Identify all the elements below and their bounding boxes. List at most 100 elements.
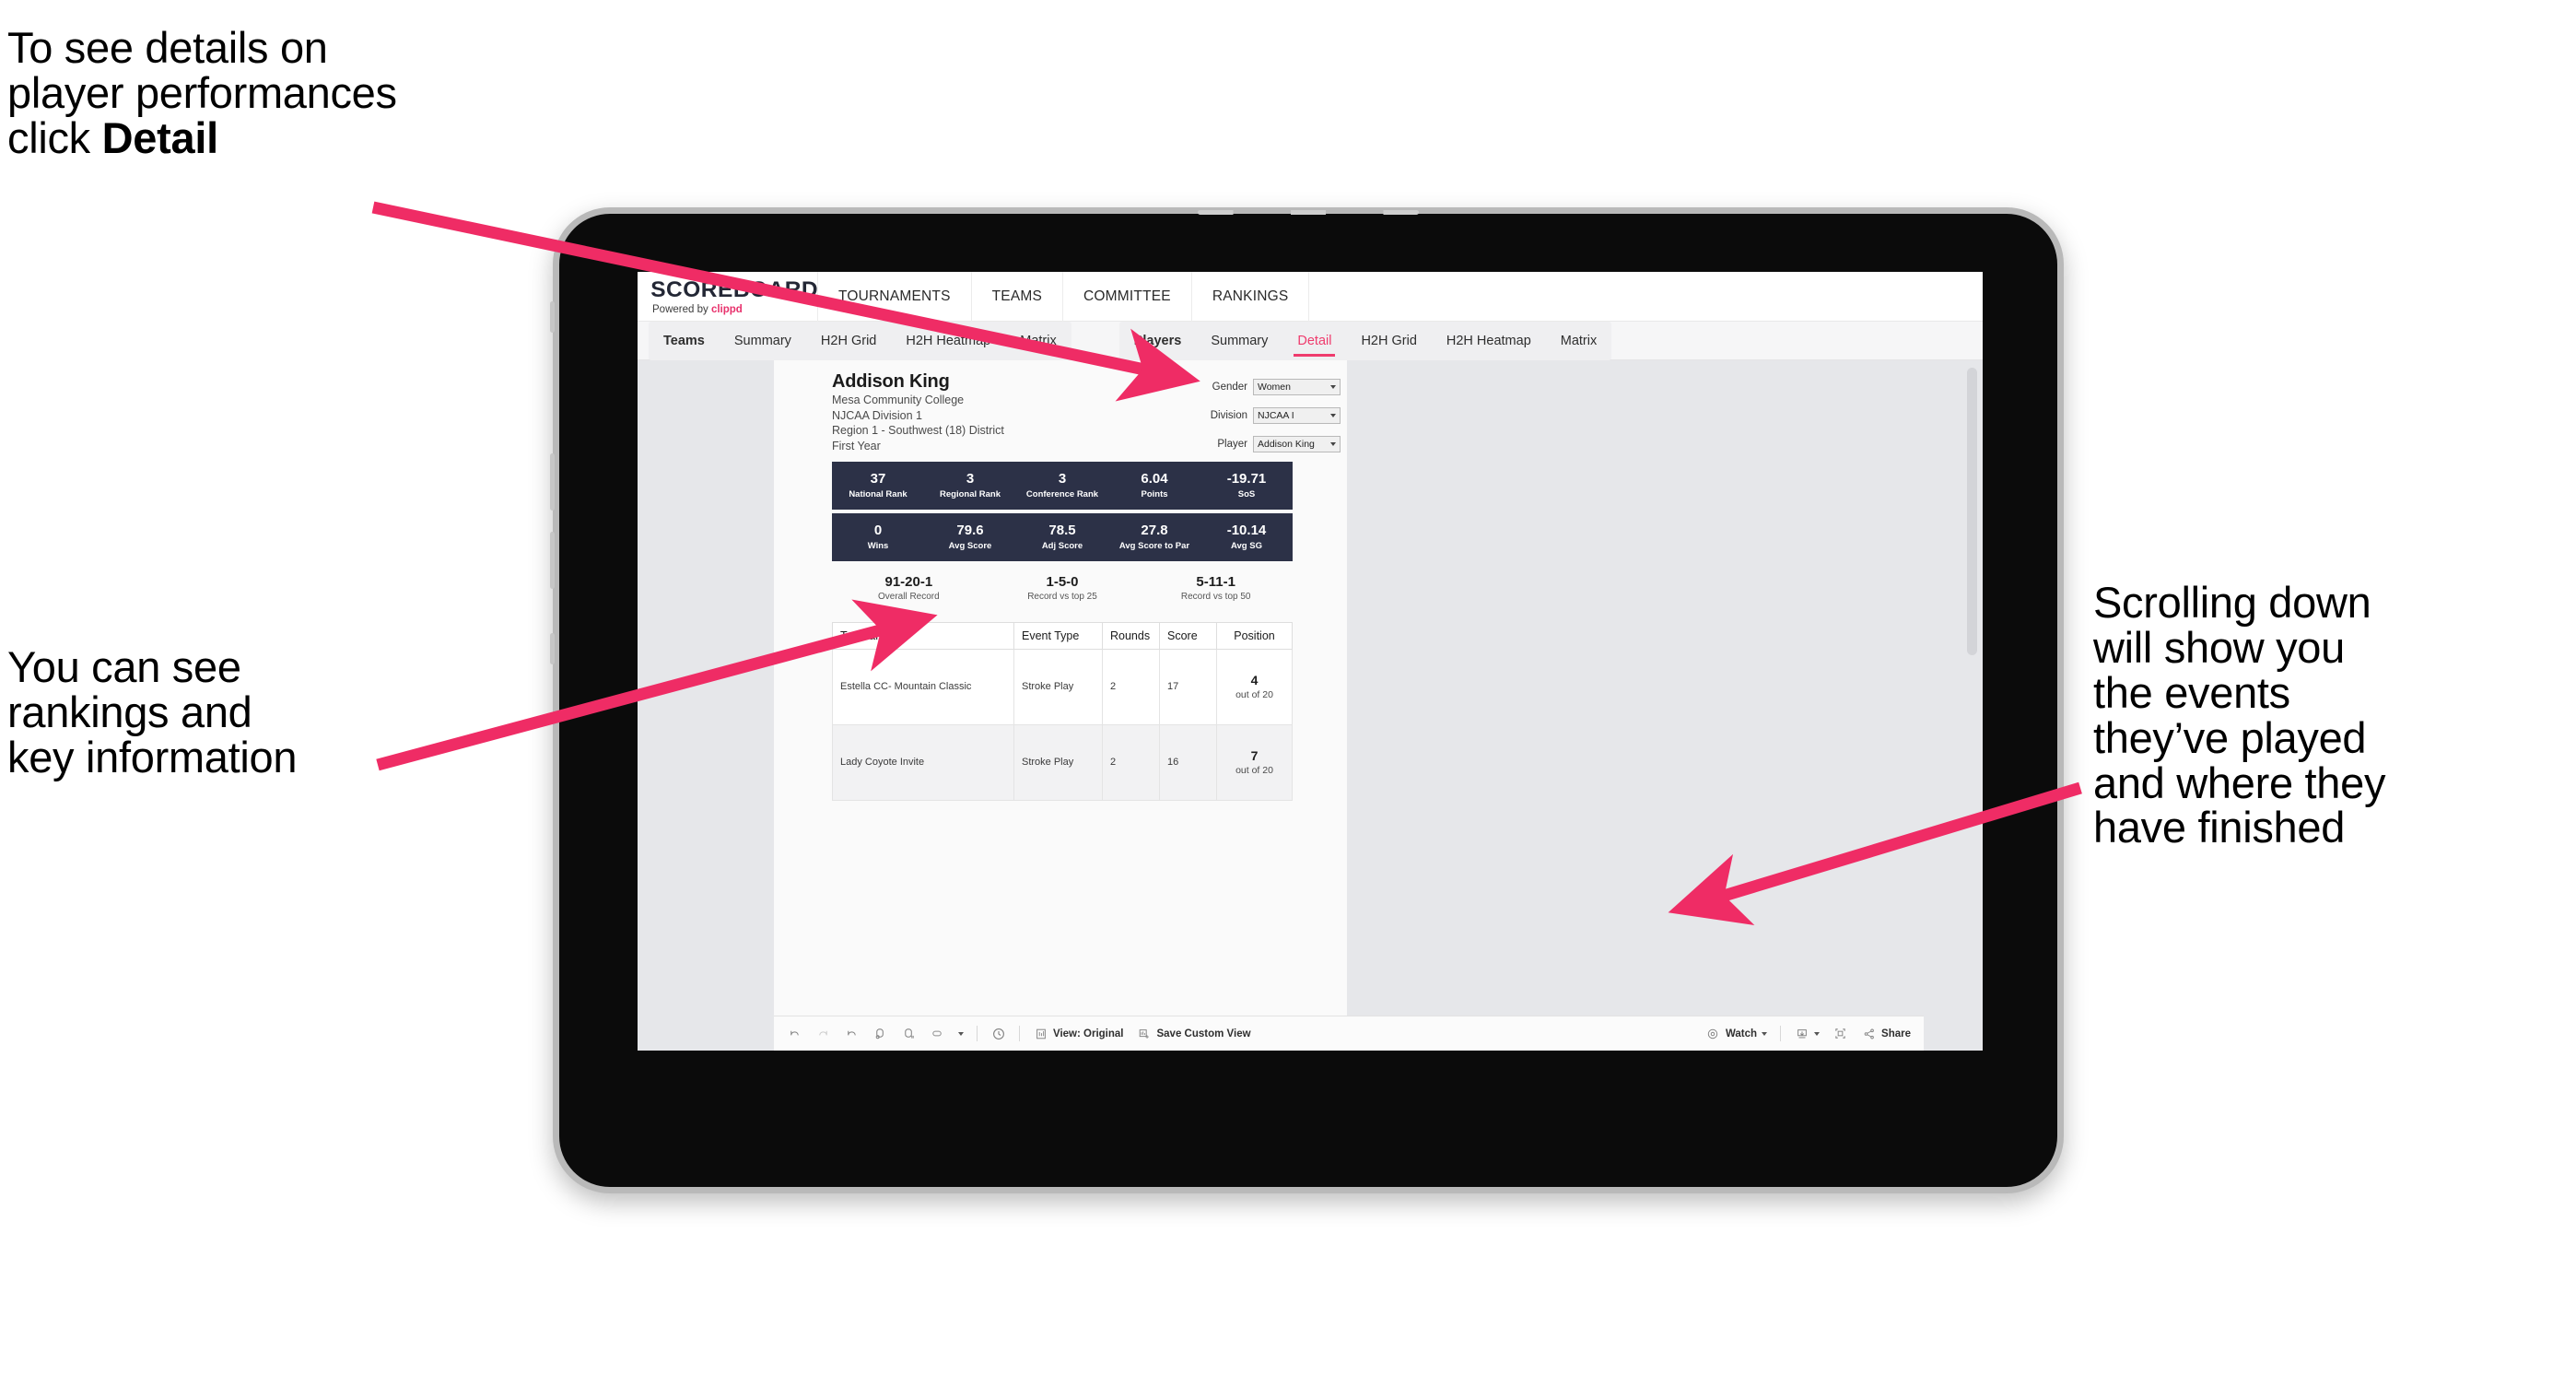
record-value: 91-20-1 xyxy=(884,573,933,590)
tab-players-h2h-grid[interactable]: H2H Grid xyxy=(1346,322,1431,360)
tab-players-h2h-heatmap[interactable]: H2H Heatmap xyxy=(1432,322,1546,360)
tab-players-matrix[interactable]: Matrix xyxy=(1546,322,1611,360)
annotation-detail-line1: To see details on xyxy=(7,23,328,72)
nav-item-committee[interactable]: COMMITTEE xyxy=(1063,272,1192,322)
tablet-screen: SCOREBOARD Powered by clippd TOURNAMENTS… xyxy=(638,272,1983,1051)
filter-gender-value: Women xyxy=(1258,382,1291,393)
chevron-down-icon xyxy=(1330,385,1336,389)
col-header-rounds[interactable]: Rounds xyxy=(1102,621,1160,650)
chevron-down-icon xyxy=(1762,1031,1768,1036)
cell-position: 4 out of 20 xyxy=(1216,648,1293,725)
col-header-tournament[interactable]: Tournament xyxy=(832,621,1014,650)
col-header-score[interactable]: Score xyxy=(1159,621,1217,650)
filter-player: Player Addison King xyxy=(1202,436,1341,452)
share-button[interactable]: Share xyxy=(1861,1026,1911,1041)
filter-division-label: Division xyxy=(1210,410,1247,421)
player-detail-card: Addison King Mesa Community College NJCA… xyxy=(774,360,1347,1051)
refresh-icon[interactable] xyxy=(872,1026,888,1041)
col-header-position[interactable]: Position xyxy=(1216,621,1293,650)
stat-label: Regional Rank xyxy=(940,488,1001,499)
nav-item-teams[interactable]: TEAMS xyxy=(972,272,1064,322)
brand-powered-name: clippd xyxy=(710,304,743,315)
record-label: Record vs top 50 xyxy=(1180,591,1251,602)
viz-bottom-toolbar: View: Original Save Custom View Watch Sh… xyxy=(774,1016,1924,1051)
stat-sos: -19.71 SoS xyxy=(1200,471,1293,499)
brand-powered-prefix: Powered by xyxy=(652,304,711,315)
sub-navigation-bar: Teams Summary H2H Grid H2H Heatmap Matri… xyxy=(638,321,1983,360)
stat-value: -10.14 xyxy=(1226,523,1267,539)
tab-teams-summary[interactable]: Summary xyxy=(720,322,806,360)
tab-teams[interactable]: Teams xyxy=(649,322,720,360)
device-button-top xyxy=(550,301,555,333)
stat-national-rank: 37 National Rank xyxy=(832,471,924,499)
nav-item-rankings[interactable]: RANKINGS xyxy=(1192,272,1310,322)
tab-players-summary[interactable]: Summary xyxy=(1196,322,1282,360)
record-label: Overall Record xyxy=(877,591,940,602)
download-button[interactable] xyxy=(1794,1026,1821,1041)
position-out-of: out of 20 xyxy=(1235,689,1273,700)
stat-label: Adj Score xyxy=(1041,540,1083,551)
annotation-detail-hint: To see details on player performances cl… xyxy=(7,23,597,162)
toolbar-divider xyxy=(977,1026,978,1041)
annotation-rankings-hint: You can see rankings and key information xyxy=(7,642,298,781)
tab-teams-matrix[interactable]: Matrix xyxy=(1005,322,1071,360)
filter-gender-label: Gender xyxy=(1212,382,1247,393)
revert-icon[interactable] xyxy=(844,1026,860,1041)
brand-subtitle: Powered by clippd xyxy=(652,304,817,315)
view-original-button[interactable]: View: Original xyxy=(1033,1026,1123,1041)
stat-value: 27.8 xyxy=(1141,523,1168,539)
watch-icon xyxy=(1705,1026,1721,1041)
top-navigation: TOURNAMENTS TEAMS COMMITTEE RANKINGS xyxy=(818,272,1310,322)
filter-player-select[interactable]: Addison King xyxy=(1253,436,1341,452)
table-row[interactable]: Estella CC- Mountain Classic Stroke Play… xyxy=(832,648,1293,725)
tab-group-teams: Teams Summary H2H Grid H2H Heatmap Matri… xyxy=(649,321,1071,360)
tab-teams-h2h-heatmap[interactable]: H2H Heatmap xyxy=(891,322,1005,360)
table-header-row: Tournament Event Type Rounds Score Posit… xyxy=(832,621,1293,650)
filter-division-select[interactable]: NJCAA I xyxy=(1253,407,1341,424)
toolbar-divider xyxy=(1780,1026,1782,1041)
fullscreen-icon[interactable] xyxy=(1832,1026,1848,1041)
tab-group-players: Players Summary Detail H2H Grid H2H Heat… xyxy=(1118,321,1612,360)
stat-regional-rank: 3 Regional Rank xyxy=(924,471,1016,499)
player-detail-sheet: Addison King Mesa Community College NJCA… xyxy=(832,371,1341,801)
device-volume-up-button xyxy=(550,453,555,511)
stat-label: Avg SG xyxy=(1231,540,1262,551)
filter-gender-select[interactable]: Women xyxy=(1253,379,1341,395)
col-header-event-type[interactable]: Event Type xyxy=(1013,621,1103,650)
slide-canvas: To see details on player performances cl… xyxy=(0,0,2576,1386)
highlight-icon[interactable] xyxy=(930,1026,945,1041)
table-row[interactable]: Lady Coyote Invite Stroke Play 2 16 7 ou… xyxy=(832,723,1293,801)
stats-band-rankings: 37 National Rank 3 Regional Rank 3 Confe… xyxy=(832,461,1293,510)
stat-value: 3 xyxy=(1058,471,1067,487)
tournaments-table: Tournament Event Type Rounds Score Posit… xyxy=(832,621,1293,801)
redo-icon[interactable] xyxy=(815,1026,831,1041)
save-custom-view-button[interactable]: Save Custom View xyxy=(1136,1026,1251,1041)
chevron-down-icon[interactable] xyxy=(958,1031,964,1036)
stat-value: 6.04 xyxy=(1141,471,1168,487)
undo-icon[interactable] xyxy=(787,1026,802,1041)
vertical-scrollbar[interactable] xyxy=(1967,368,1977,655)
annotation-detail-line3-prefix: click xyxy=(7,112,102,162)
stat-label: Points xyxy=(1141,488,1168,499)
brand-title: SCOREBOARD xyxy=(650,277,819,302)
tab-players-detail[interactable]: Detail xyxy=(1282,322,1346,360)
share-icon xyxy=(1861,1026,1877,1041)
stat-label: SoS xyxy=(1237,488,1256,499)
stat-adj-score: 78.5 Adj Score xyxy=(1016,523,1108,550)
filter-panel: Gender Women Division NJCAA I Player Add… xyxy=(1202,379,1341,464)
clock-history-icon[interactable] xyxy=(990,1026,1006,1041)
record-value: 1-5-0 xyxy=(1046,573,1079,590)
tab-players[interactable]: Players xyxy=(1119,322,1197,360)
record-vs-top-25: 1-5-0 Record vs top 25 xyxy=(986,574,1140,602)
chevron-down-icon xyxy=(1330,414,1336,417)
pause-auto-update-icon[interactable] xyxy=(901,1026,917,1041)
tab-teams-h2h-grid[interactable]: H2H Grid xyxy=(806,322,891,360)
chevron-down-icon xyxy=(1330,442,1336,446)
app-header: SCOREBOARD Powered by clippd TOURNAMENTS… xyxy=(638,272,1983,322)
stat-value: 78.5 xyxy=(1048,523,1076,539)
position-value: 7 xyxy=(1250,748,1259,763)
cell-rounds: 2 xyxy=(1102,723,1160,801)
nav-item-tournaments[interactable]: TOURNAMENTS xyxy=(818,272,972,322)
watch-button[interactable]: Watch xyxy=(1705,1026,1768,1041)
save-custom-view-label: Save Custom View xyxy=(1156,1028,1251,1040)
